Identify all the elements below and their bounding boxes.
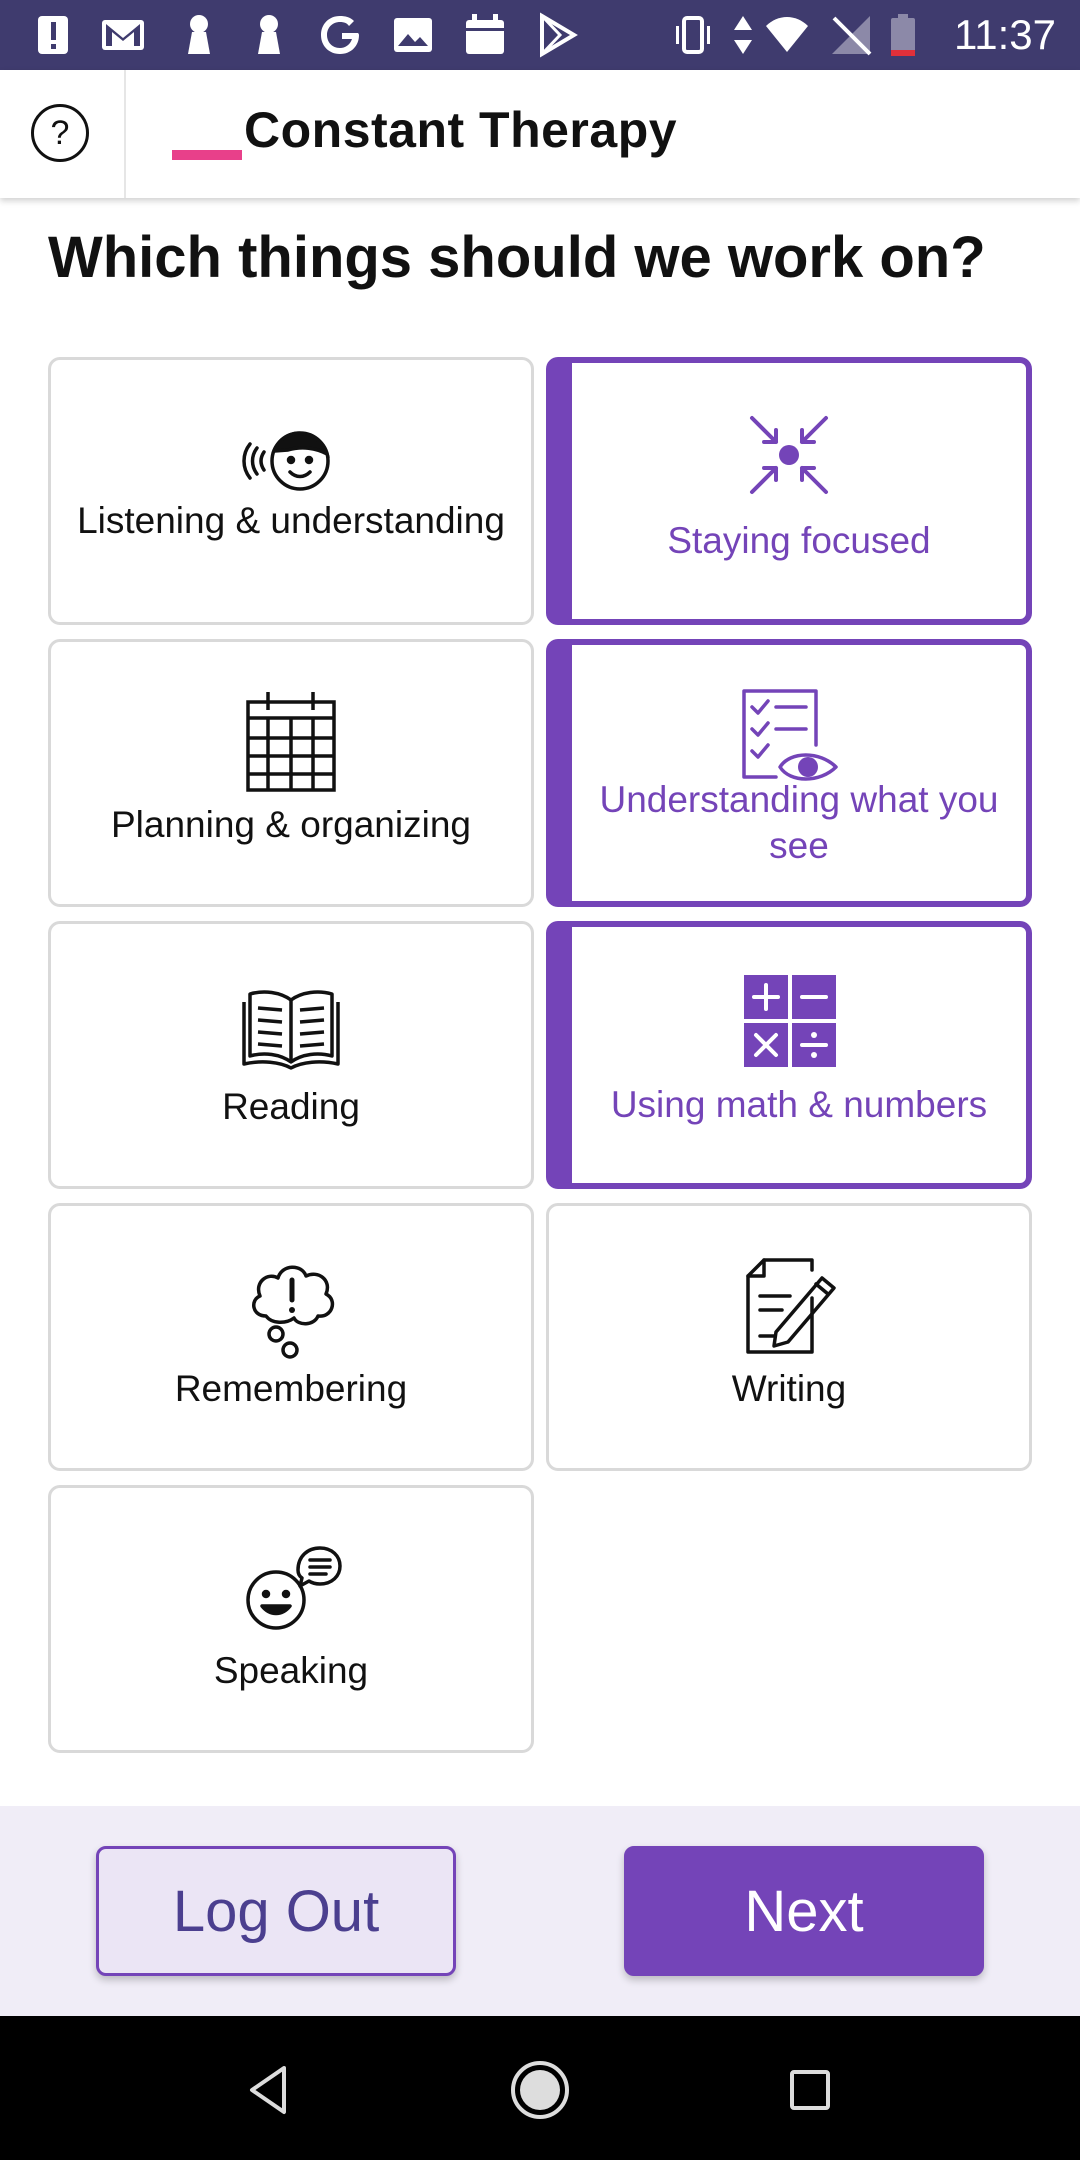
page-title: Which things should we work on? [48, 225, 986, 290]
category-card-reading[interactable]: Reading [48, 921, 534, 1189]
google-icon [318, 12, 364, 58]
keyhole-icon [246, 12, 292, 58]
card-label: Staying focused [667, 520, 931, 561]
open-book-icon [236, 970, 346, 1080]
speaking-face-icon [236, 1534, 346, 1644]
category-card-planning[interactable]: Planning & organizing [48, 639, 534, 907]
category-card-remembering[interactable]: Remembering [48, 1203, 534, 1471]
category-card-listening[interactable]: Listening & understanding [48, 357, 534, 625]
home-icon[interactable] [508, 2058, 572, 2122]
category-card-staying-focused[interactable]: Staying focused [546, 357, 1032, 625]
card-label: Planning & organizing [111, 804, 471, 845]
category-card-speaking[interactable]: Speaking [48, 1485, 534, 1753]
next-button[interactable]: Next [624, 1846, 984, 1976]
category-card-writing[interactable]: Writing [546, 1203, 1032, 1471]
recent-apps-icon[interactable] [778, 2058, 842, 2122]
system-nav-bar [0, 2016, 1080, 2160]
play-store-icon [534, 12, 580, 58]
card-label: Using math & numbers [610, 1084, 988, 1125]
math-operators-icon [734, 967, 844, 1077]
clock: 11:37 [954, 11, 1056, 58]
vibrate-icon [670, 12, 716, 58]
no-signal-icon [828, 12, 874, 58]
focus-arrows-icon [734, 403, 844, 513]
thought-bubble-icon [236, 1252, 346, 1362]
card-label: Reading [222, 1086, 360, 1127]
battery-low-icon [888, 12, 918, 58]
card-label: Understanding what you see [599, 779, 999, 866]
help-button[interactable]: ? [0, 70, 126, 198]
card-label: Speaking [213, 1650, 369, 1691]
data-arrows-icon [728, 12, 758, 58]
pencil-paper-icon [734, 1252, 844, 1362]
category-card-using-math[interactable]: Using math & numbers [546, 921, 1032, 1189]
card-label: Remembering [174, 1368, 408, 1409]
calendar-grid-icon [236, 688, 346, 798]
status-bar: 11:37 [0, 0, 1080, 70]
brand-accent-bar [172, 150, 242, 160]
back-icon[interactable] [238, 2058, 302, 2122]
action-bar: Log Out Next [0, 1806, 1080, 2016]
help-icon: ? [31, 104, 89, 162]
calendar-icon [462, 12, 508, 58]
app-title: Constant Therapy [244, 102, 678, 158]
alert-icon [32, 12, 78, 58]
image-icon [390, 12, 436, 58]
card-label: Listening & understanding [77, 500, 505, 541]
card-label: Writing [731, 1368, 847, 1409]
keyhole-icon [176, 12, 222, 58]
gmail-icon [100, 12, 146, 58]
wifi-icon [764, 12, 810, 58]
log-out-button[interactable]: Log Out [96, 1846, 456, 1976]
category-card-understanding-what-you-see[interactable]: Understanding what you see [546, 639, 1032, 907]
app-header: ? Constant Therapy [0, 70, 1080, 198]
